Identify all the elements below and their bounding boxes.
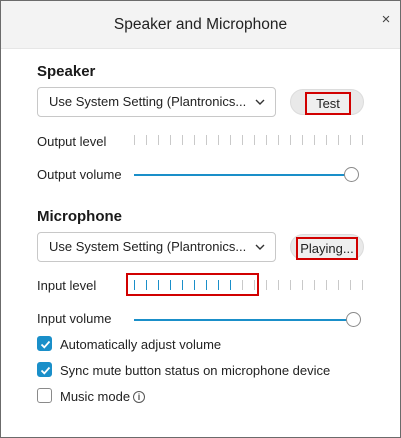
level-tick — [158, 135, 159, 145]
speaker-device-select[interactable]: Use System Setting (Plantronics... — [37, 87, 276, 117]
output-volume-label: Output volume — [37, 167, 122, 182]
title-bar: Speaker and Microphone × — [1, 1, 400, 49]
speaker-heading: Speaker — [37, 63, 96, 80]
music-mode-checkbox[interactable] — [37, 388, 52, 403]
level-tick — [302, 135, 303, 145]
level-tick — [290, 135, 291, 145]
level-tick — [242, 135, 243, 145]
dialog-title: Speaker and Microphone — [113, 16, 288, 33]
speaker-test-label: Test — [305, 92, 351, 115]
music-mode-label: Music mode — [60, 389, 131, 404]
auto-adjust-checkbox[interactable] — [37, 336, 52, 351]
microphone-test-button[interactable]: Playing... — [290, 234, 364, 260]
level-tick — [206, 135, 207, 145]
input-level-highlight — [126, 273, 259, 296]
chevron-down-icon — [255, 99, 265, 105]
checkmark-icon — [40, 366, 51, 375]
level-tick — [326, 280, 327, 290]
level-tick — [266, 135, 267, 145]
level-tick — [278, 135, 279, 145]
close-icon[interactable]: × — [376, 10, 396, 30]
level-tick — [290, 280, 291, 290]
speaker-device-value: Use System Setting (Plantronics... — [49, 94, 247, 109]
speaker-test-button[interactable]: Test — [290, 89, 364, 115]
chevron-down-icon — [255, 244, 265, 250]
level-tick — [254, 135, 255, 145]
level-tick — [230, 135, 231, 145]
checkmark-icon — [40, 340, 51, 349]
level-tick — [314, 280, 315, 290]
level-tick — [362, 135, 363, 145]
input-volume-label: Input volume — [37, 311, 112, 326]
level-tick — [278, 280, 279, 290]
output-volume-track — [134, 174, 346, 176]
output-level-meter — [134, 135, 364, 147]
level-tick — [326, 135, 327, 145]
level-tick — [218, 135, 219, 145]
input-volume-track — [134, 319, 348, 321]
input-volume-slider[interactable] — [134, 312, 361, 328]
output-volume-thumb[interactable] — [344, 167, 359, 182]
sync-mute-checkbox[interactable] — [37, 362, 52, 377]
level-tick — [338, 135, 339, 145]
level-tick — [146, 135, 147, 145]
auto-adjust-label: Automatically adjust volume — [60, 337, 222, 352]
level-tick — [170, 135, 171, 145]
output-level-label: Output level — [37, 134, 107, 149]
microphone-device-select[interactable]: Use System Setting (Plantronics... — [37, 232, 276, 262]
level-tick — [266, 280, 267, 290]
speaker-microphone-dialog: Speaker and Microphone × Speaker Use Sys… — [0, 0, 401, 438]
microphone-heading: Microphone — [37, 208, 122, 225]
level-tick — [194, 135, 195, 145]
level-tick — [302, 280, 303, 290]
level-tick — [362, 280, 363, 290]
level-tick — [338, 280, 339, 290]
microphone-device-value: Use System Setting (Plantronics... — [49, 239, 247, 254]
output-volume-slider[interactable] — [134, 167, 359, 183]
level-tick — [350, 135, 351, 145]
level-tick — [350, 280, 351, 290]
level-tick — [134, 135, 135, 145]
microphone-test-label: Playing... — [296, 237, 358, 260]
input-volume-thumb[interactable] — [346, 312, 361, 327]
input-level-label: Input level — [37, 278, 97, 293]
level-tick — [182, 135, 183, 145]
level-tick — [314, 135, 315, 145]
sync-mute-label: Sync mute button status on microphone de… — [60, 363, 331, 378]
info-icon[interactable]: i — [133, 391, 145, 403]
